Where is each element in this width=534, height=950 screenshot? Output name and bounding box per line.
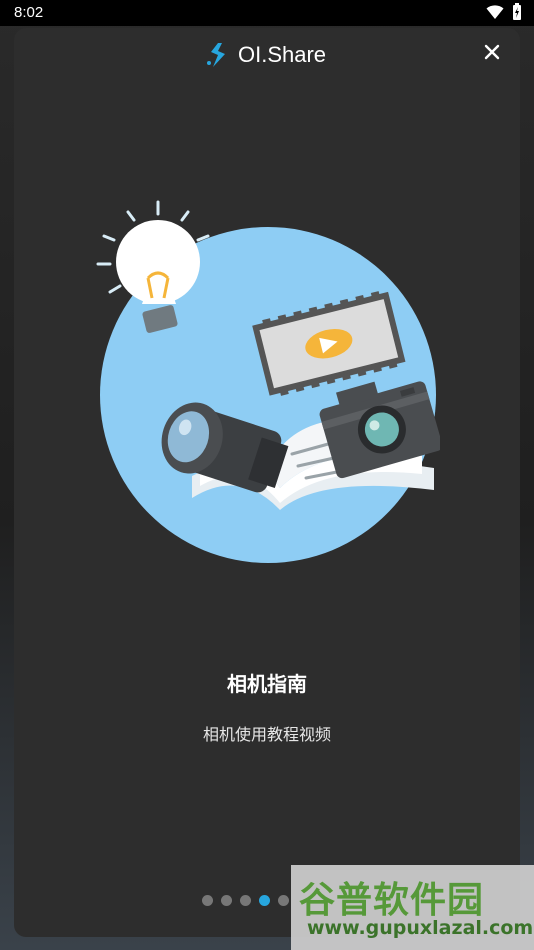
wifi-icon	[486, 5, 504, 19]
page-dot-3[interactable]	[240, 895, 251, 906]
header: OI.Share	[14, 28, 520, 84]
status-icons	[486, 3, 522, 21]
watermark-title: 谷普软件园	[299, 880, 485, 921]
page-dot-5[interactable]	[278, 895, 289, 906]
oi-share-logo-icon	[207, 43, 225, 67]
watermark: 谷普软件园 www.gupuxlazal.com	[291, 865, 534, 950]
page-subtitle: 相机使用教程视频	[202, 725, 331, 744]
camera-guide-illustration	[96, 200, 440, 563]
battery-charging-icon	[513, 3, 521, 20]
close-button[interactable]	[478, 38, 506, 66]
close-icon	[484, 44, 500, 60]
intro-card: OI.Share 相机指南 相机使用教程视频	[14, 28, 520, 937]
page-dot-1[interactable]	[202, 895, 213, 906]
brand: OI.Share	[206, 42, 326, 68]
page-indicator[interactable]	[202, 895, 289, 906]
status-time: 8:02	[14, 4, 44, 21]
app-name: OI.Share	[238, 42, 327, 67]
status-bar: 8:02	[0, 0, 534, 26]
page-title: 相机指南	[227, 672, 307, 696]
page-dot-4-active[interactable]	[259, 895, 270, 906]
watermark-url: www.gupuxlazal.com	[307, 917, 534, 939]
page-dot-2[interactable]	[221, 895, 232, 906]
